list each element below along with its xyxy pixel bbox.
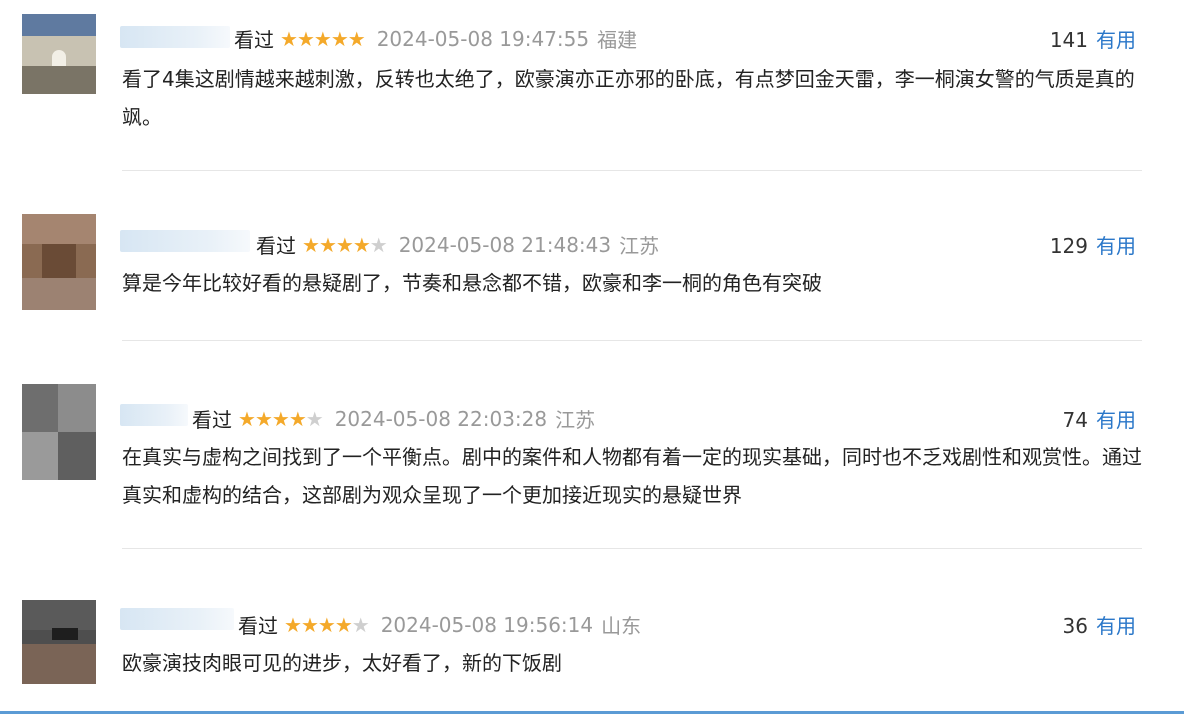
star-icon: ★ — [369, 232, 388, 257]
rating-stars: ★ ★ ★ ★ ★ — [302, 232, 388, 257]
username-blurred[interactable] — [120, 608, 234, 630]
useful-button[interactable]: 有用 — [1096, 28, 1136, 52]
useful-count: 74 — [1062, 408, 1088, 432]
star-icon: ★ — [334, 612, 353, 637]
star-icon: ★ — [284, 612, 302, 637]
star-icon: ★ — [347, 26, 366, 51]
useful-button[interactable]: 有用 — [1096, 408, 1136, 432]
star-icon: ★ — [238, 406, 256, 431]
divider — [122, 340, 1142, 341]
rating-stars: ★ ★ ★ ★ ★ — [280, 26, 366, 51]
review-meta: 看过 ★ ★ ★ ★ ★ 2024-05-08 19:47:55 福建 — [234, 24, 637, 53]
star-icon: ★ — [288, 406, 307, 431]
watched-status: 看过 — [192, 408, 232, 432]
watched-status: 看过 — [238, 614, 278, 638]
star-icon: ★ — [352, 232, 371, 257]
star-icon: ★ — [317, 612, 336, 637]
review-location: 江苏 — [555, 408, 596, 432]
avatar[interactable] — [22, 600, 96, 684]
useful-count: 36 — [1062, 614, 1088, 638]
star-icon: ★ — [318, 232, 337, 257]
useful-button[interactable]: 有用 — [1096, 234, 1136, 258]
star-icon: ★ — [300, 612, 319, 637]
star-icon: ★ — [296, 26, 315, 51]
review-location: 福建 — [597, 28, 638, 52]
useful-button[interactable]: 有用 — [1096, 614, 1136, 638]
star-icon: ★ — [335, 232, 354, 257]
useful-vote[interactable]: 74 有用 — [1063, 404, 1136, 433]
username-blurred[interactable] — [120, 26, 230, 48]
divider — [122, 548, 1142, 549]
review-time: 2024-05-08 21:48:43 — [398, 232, 612, 257]
review-location: 江苏 — [619, 234, 660, 258]
watched-status: 看过 — [256, 234, 296, 258]
rating-stars: ★ ★ ★ ★ ★ — [284, 612, 370, 637]
useful-count: 141 — [1049, 28, 1088, 52]
star-icon: ★ — [302, 232, 320, 257]
review-text: 在真实与虚构之间找到了一个平衡点。剧中的案件和人物都有着一定的现实基础，同时也不… — [122, 445, 1142, 507]
review-meta: 看过 ★ ★ ★ ★ ★ 2024-05-08 21:48:43 江苏 — [256, 230, 659, 259]
review-location: 山东 — [601, 614, 642, 638]
rating-stars: ★ ★ ★ ★ ★ — [238, 406, 324, 431]
useful-vote[interactable]: 36 有用 — [1063, 610, 1136, 639]
watched-status: 看过 — [234, 28, 274, 52]
username-blurred[interactable] — [120, 404, 188, 426]
star-icon: ★ — [330, 26, 349, 51]
review-text: 看了4集这剧情越来越刺激，反转也太绝了，欧豪演亦正亦邪的卧底，有点梦回金天雷，李… — [122, 67, 1135, 129]
useful-count: 129 — [1049, 234, 1088, 258]
avatar[interactable] — [22, 14, 96, 94]
avatar[interactable] — [22, 384, 96, 480]
comment-page: { "reviews": [ { "watched": "看过", "ratin… — [0, 0, 1184, 714]
useful-vote[interactable]: 141 有用 — [1050, 24, 1136, 53]
review-time: 2024-05-08 19:56:14 — [380, 612, 594, 637]
avatar[interactable] — [22, 214, 96, 310]
star-icon: ★ — [305, 406, 324, 431]
review-meta: 看过 ★ ★ ★ ★ ★ 2024-05-08 22:03:28 江苏 — [192, 404, 595, 433]
username-blurred[interactable] — [120, 230, 250, 252]
star-icon: ★ — [313, 26, 332, 51]
star-icon: ★ — [351, 612, 370, 637]
review-text: 欧豪演技肉眼可见的进步，太好看了，新的下饭剧 — [122, 651, 562, 675]
review-text: 算是今年比较好看的悬疑剧了，节奏和悬念都不错，欧豪和李一桐的角色有突破 — [122, 271, 822, 295]
useful-vote[interactable]: 129 有用 — [1050, 230, 1136, 259]
divider — [122, 170, 1142, 171]
review-time: 2024-05-08 19:47:55 — [376, 26, 590, 51]
star-icon: ★ — [280, 26, 298, 51]
review-time: 2024-05-08 22:03:28 — [334, 406, 548, 431]
star-icon: ★ — [254, 406, 273, 431]
star-icon: ★ — [271, 406, 290, 431]
review-meta: 看过 ★ ★ ★ ★ ★ 2024-05-08 19:56:14 山东 — [238, 610, 641, 639]
